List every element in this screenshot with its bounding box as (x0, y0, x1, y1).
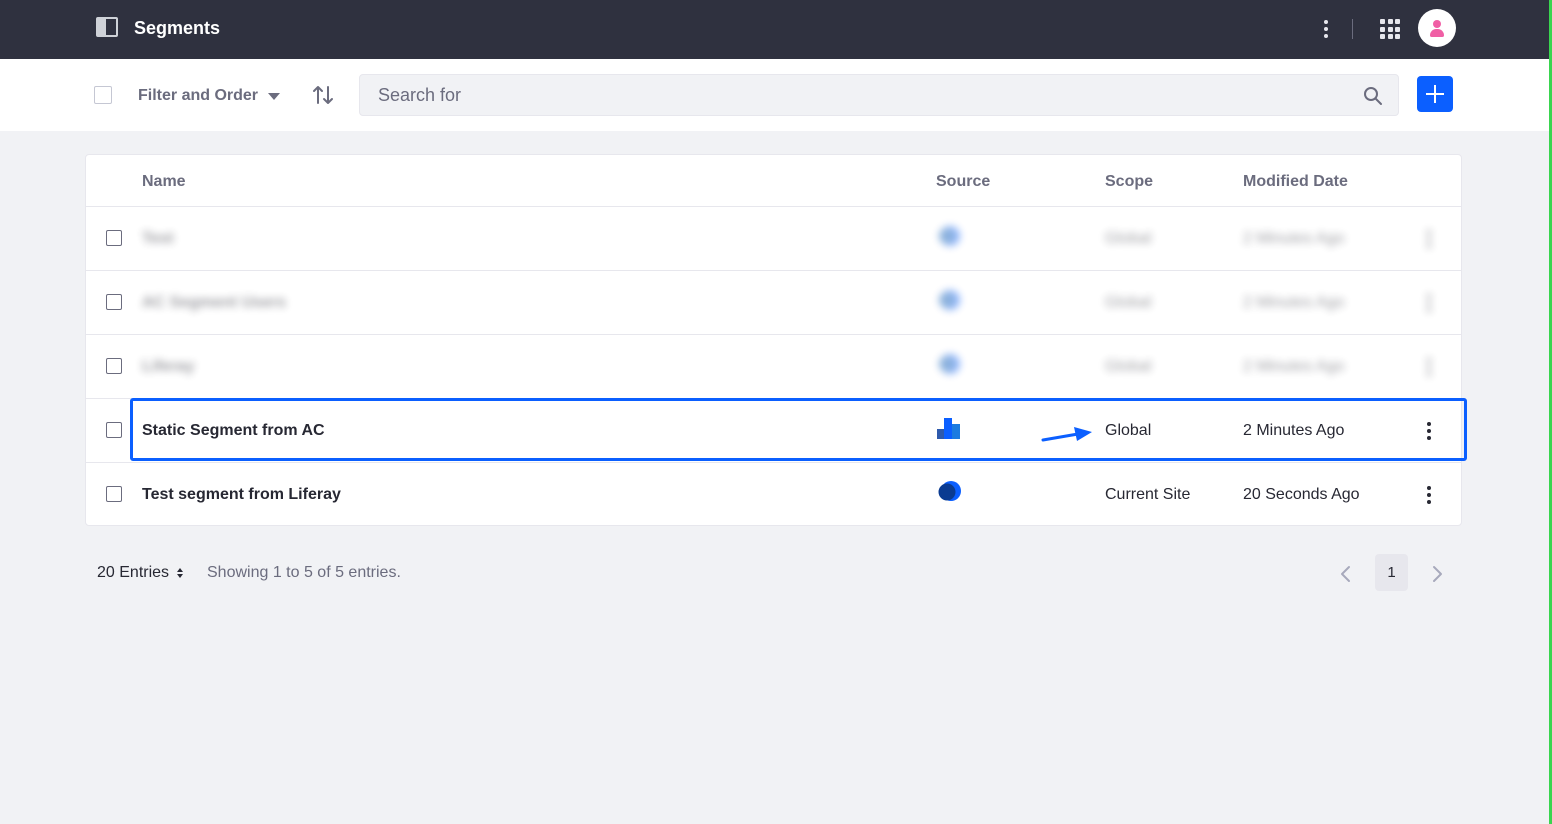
segment-modified-date: 20 Seconds Ago (1243, 486, 1360, 503)
entries-label: 20 Entries (97, 564, 170, 581)
row-actions-icon[interactable] (1422, 419, 1436, 443)
annotation-arrow-icon (1041, 427, 1092, 442)
segment-name[interactable]: Static Segment from AC (142, 421, 325, 441)
product-menu-icon[interactable] (96, 17, 118, 37)
liferay-source-icon (939, 226, 960, 246)
segments-table: Name Source Scope Modified Date Test Glo… (85, 154, 1462, 526)
more-options-icon[interactable] (1316, 16, 1336, 42)
segment-modified-date: 2 Minutes Ago (1243, 294, 1345, 311)
search-icon[interactable] (1363, 86, 1383, 106)
showing-entries-text: Showing 1 to 5 of 5 entries. (207, 564, 401, 581)
select-arrows-icon (177, 568, 184, 578)
liferay-source-icon (939, 354, 960, 374)
table-row[interactable]: Test segment from Liferay Current Site 2… (86, 462, 1461, 526)
top-navigation-bar: Segments (0, 0, 1552, 59)
chevron-left-icon[interactable] (1334, 562, 1358, 586)
table-row[interactable]: Liferay Global 2 Minutes Ago (86, 334, 1461, 398)
divider (1352, 19, 1353, 39)
column-header-source: Source (936, 173, 991, 190)
column-header-name[interactable]: Name (142, 172, 186, 192)
segment-scope: Current Site (1105, 486, 1191, 503)
segment-name[interactable]: Test segment from Liferay (142, 485, 341, 505)
add-segment-button[interactable] (1417, 76, 1453, 112)
filter-and-order-label: Filter and Order (138, 87, 259, 104)
segment-modified-date: 2 Minutes Ago (1243, 230, 1345, 247)
column-header-scope: Scope (1105, 173, 1154, 190)
row-checkbox[interactable] (106, 358, 122, 374)
segment-name[interactable]: AC Segment Users (142, 293, 286, 313)
page-number-button[interactable]: 1 (1375, 554, 1408, 591)
liferay-source-icon (939, 290, 960, 310)
table-row-highlighted[interactable]: Static Segment from AC Global 2 Minutes … (86, 398, 1461, 462)
management-toolbar: Filter and Order (0, 59, 1552, 131)
row-actions-icon[interactable] (1422, 291, 1436, 315)
user-avatar[interactable] (1418, 9, 1456, 47)
apps-grid-icon[interactable] (1380, 19, 1400, 39)
filter-and-order-dropdown[interactable]: Filter and Order (138, 86, 281, 106)
row-checkbox[interactable] (106, 422, 122, 438)
segment-modified-date: 2 Minutes Ago (1243, 358, 1345, 375)
caret-down-icon (268, 93, 281, 100)
segment-name[interactable]: Test (142, 229, 174, 249)
row-actions-icon[interactable] (1422, 227, 1436, 251)
segment-scope: Global (1105, 294, 1152, 311)
segment-modified-date: 2 Minutes Ago (1243, 422, 1345, 439)
sort-order-icon[interactable] (312, 84, 334, 106)
segment-scope: Global (1105, 358, 1152, 375)
column-header-modified-date[interactable]: Modified Date (1243, 172, 1348, 192)
row-actions-icon[interactable] (1422, 355, 1436, 379)
entries-per-page-dropdown[interactable]: 20 Entries (97, 564, 184, 582)
table-row[interactable]: AC Segment Users Global 2 Minutes Ago (86, 270, 1461, 334)
chevron-right-icon[interactable] (1425, 562, 1449, 586)
search-bar (359, 74, 1399, 116)
search-input[interactable] (378, 85, 1318, 106)
select-all-checkbox[interactable] (94, 86, 112, 104)
row-checkbox[interactable] (106, 230, 122, 246)
row-checkbox[interactable] (106, 486, 122, 502)
liferay-source-icon (938, 481, 961, 501)
segment-name[interactable]: Liferay (142, 357, 194, 377)
table-row[interactable]: Test Global 2 Minutes Ago (86, 206, 1461, 270)
page-title: Segments (134, 18, 221, 38)
segment-scope: Global (1105, 230, 1152, 247)
segment-scope: Global (1105, 422, 1152, 439)
row-checkbox[interactable] (106, 294, 122, 310)
analytics-cloud-icon (937, 418, 960, 439)
row-actions-icon[interactable] (1422, 483, 1436, 507)
